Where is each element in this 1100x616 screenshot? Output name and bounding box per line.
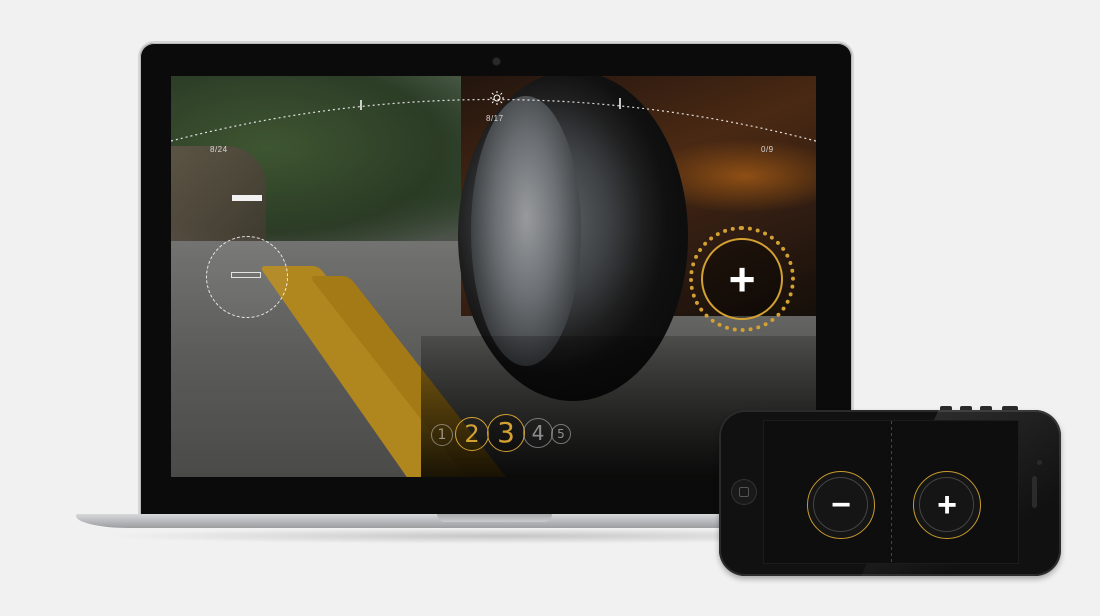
plus-icon: + <box>728 253 756 305</box>
phone-screen: − + <box>764 421 1018 563</box>
phone-plus-button[interactable]: + <box>913 471 981 539</box>
phone: − + <box>719 410 1061 576</box>
gear-5[interactable]: 5 <box>551 424 571 444</box>
plus-button[interactable]: + <box>689 226 795 332</box>
left-counter: 8/24 <box>210 145 228 154</box>
speaker-grille <box>1032 476 1037 508</box>
front-camera-icon <box>1037 460 1042 465</box>
center-counter: 8/17 <box>486 114 504 123</box>
phone-minus-button[interactable]: − <box>807 471 875 539</box>
home-button-icon[interactable] <box>731 479 757 505</box>
plus-icon: + <box>937 486 957 524</box>
gear-3-selected[interactable]: 3 <box>487 414 525 452</box>
gear-4[interactable]: 4 <box>523 418 553 448</box>
right-counter: 0/9 <box>761 145 774 154</box>
phone-divider <box>891 421 892 563</box>
gear-2[interactable]: 2 <box>455 417 489 451</box>
gear-1[interactable]: 1 <box>431 424 453 446</box>
sun-icon <box>490 91 504 105</box>
webcam-icon <box>493 58 500 65</box>
laptop-screen: 8/24 8/17 0/9 + 1 2 3 4 5 <box>171 76 816 477</box>
minus-icon: − <box>831 486 851 524</box>
minus-icon <box>231 272 261 278</box>
hud-overlay: 8/24 8/17 0/9 + 1 2 3 4 5 <box>171 76 816 477</box>
minus-indicator <box>232 195 262 201</box>
laptop-opening-notch <box>437 514 552 522</box>
